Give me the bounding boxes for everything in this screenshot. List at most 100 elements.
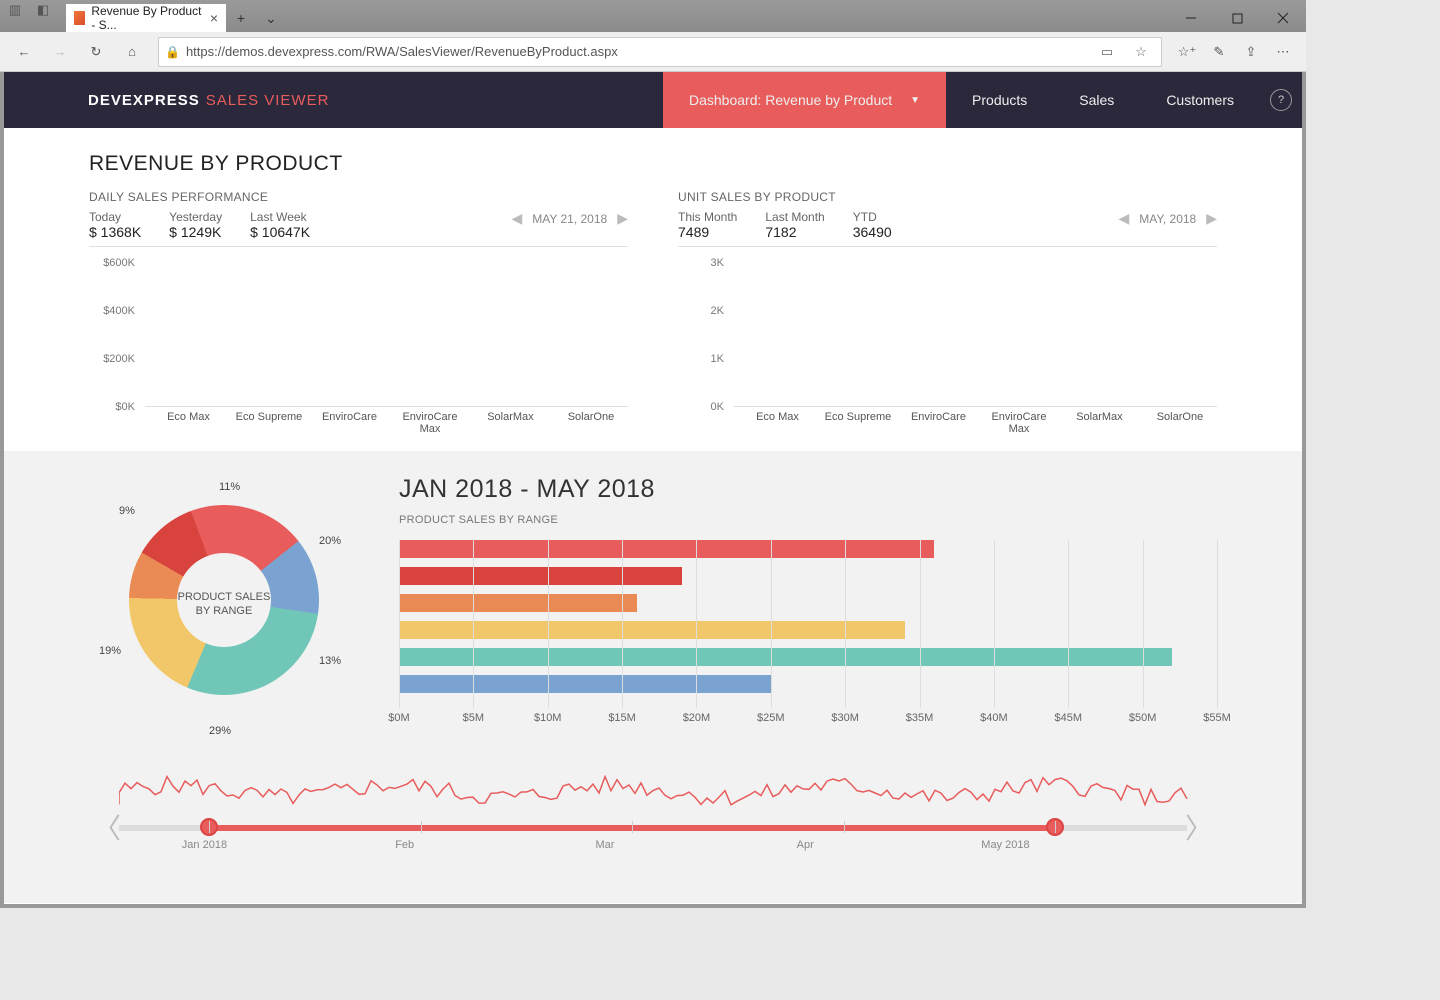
y-tick: 0K — [711, 401, 724, 413]
hx-label: $10M — [534, 712, 562, 724]
metric-lastweek-label: Last Week — [250, 210, 310, 224]
range-prev-button[interactable]: 〈 — [93, 807, 121, 847]
x-label: SolarMax — [477, 411, 545, 423]
daily-sales-panel: DAILY SALES PERFORMANCE Today$ 1368K Yes… — [89, 190, 628, 433]
back-button[interactable]: ← — [8, 36, 40, 68]
more-icon[interactable]: ⋯ — [1268, 36, 1298, 68]
hx-label: $15M — [608, 712, 636, 724]
timeline-month-label: Mar — [595, 839, 614, 851]
donut-slice-label: 19% — [99, 645, 121, 657]
browser-tab[interactable]: Revenue By Product - S... × — [66, 4, 226, 32]
daily-next-button[interactable]: ▶ — [617, 210, 628, 227]
y-tick: 2K — [711, 305, 724, 317]
metric-thismonth-value: 7489 — [678, 224, 737, 240]
metric-yesterday-value: $ 1249K — [169, 224, 222, 240]
metric-thismonth-label: This Month — [678, 210, 737, 224]
range-next-button[interactable]: 〉 — [1185, 807, 1213, 847]
nav-products[interactable]: Products — [946, 72, 1053, 128]
units-prev-button[interactable]: ◀ — [1119, 210, 1130, 227]
browser-nav-bar: ← → ↻ ⌂ 🔒 https://demos.devexpress.com/R… — [0, 32, 1306, 72]
hx-label: $55M — [1203, 712, 1231, 724]
reading-view-icon[interactable]: ▭ — [1093, 44, 1121, 60]
x-label: EnviroCare Max — [396, 411, 464, 435]
y-tick: 3K — [711, 257, 724, 269]
x-label: Eco Supreme — [824, 411, 892, 423]
range-title: JAN 2018 - MAY 2018 — [399, 475, 1217, 504]
x-label: EnviroCare — [905, 411, 973, 423]
hx-label: $40M — [980, 712, 1008, 724]
range-bar — [399, 648, 1172, 666]
hx-label: $0M — [388, 712, 409, 724]
home-button[interactable]: ⌂ — [116, 36, 148, 68]
hx-label: $20M — [683, 712, 711, 724]
maximize-button[interactable] — [1214, 4, 1260, 32]
app-header: DEVEXPRESS SALES VIEWER Dashboard: Reven… — [4, 72, 1302, 128]
address-bar[interactable]: 🔒 https://demos.devexpress.com/RWA/Sales… — [158, 37, 1162, 67]
range-bar — [399, 540, 934, 558]
brand-logo: DEVEXPRESS SALES VIEWER — [4, 72, 329, 128]
help-icon: ? — [1270, 89, 1292, 111]
x-label: SolarOne — [557, 411, 625, 423]
donut-chart: PRODUCT SALES BY RANGE 11%20%13%29%19%9% — [89, 475, 359, 745]
browser-title-bar: ▥ ◧ Revenue By Product - S... × + ⌄ — [0, 0, 1306, 32]
daily-prev-button[interactable]: ◀ — [511, 210, 522, 227]
notes-icon[interactable]: ✎ — [1204, 36, 1234, 68]
donut-center-1: PRODUCT SALES — [89, 590, 359, 604]
y-tick: $400K — [103, 305, 135, 317]
unit-sales-panel: UNIT SALES BY PRODUCT This Month7489 Las… — [678, 190, 1217, 433]
hx-label: $30M — [831, 712, 859, 724]
range-bar — [399, 567, 682, 585]
metric-lastweek-value: $ 10647K — [250, 224, 310, 240]
url-text: https://demos.devexpress.com/RWA/SalesVi… — [186, 44, 618, 59]
nav-dashboard[interactable]: Dashboard: Revenue by Product ▼ — [663, 72, 946, 128]
x-label: SolarOne — [1146, 411, 1214, 423]
units-next-button[interactable]: ▶ — [1206, 210, 1217, 227]
favorites-icon[interactable]: ☆⁺ — [1172, 36, 1202, 68]
range-bar-chart: $0M$5M$10M$15M$20M$25M$30M$35M$40M$45M$5… — [399, 540, 1217, 730]
share-icon[interactable]: ⇪ — [1236, 36, 1266, 68]
units-title: UNIT SALES BY PRODUCT — [678, 190, 1217, 204]
metric-ytd-value: 36490 — [853, 224, 892, 240]
help-button[interactable]: ? — [1260, 72, 1302, 128]
donut-slice-label: 9% — [119, 505, 135, 517]
x-label: Eco Max — [155, 411, 223, 423]
daily-bar-chart: $600K$400K$200K$0K Eco MaxEco SupremeEnv… — [89, 263, 628, 433]
donut-slice-label: 13% — [319, 655, 341, 667]
nav-customers[interactable]: Customers — [1140, 72, 1260, 128]
minimize-button[interactable] — [1168, 4, 1214, 32]
nav-sales[interactable]: Sales — [1053, 72, 1140, 128]
metric-today-label: Today — [89, 210, 141, 224]
win-dock-icon[interactable]: ◧ — [32, 0, 54, 26]
donut-slice-label: 11% — [219, 481, 240, 493]
chevron-down-icon: ▼ — [910, 95, 920, 106]
brand-text-2: SALES VIEWER — [206, 92, 330, 109]
metric-ytd-label: YTD — [853, 210, 892, 224]
range-selector: 〈 〉 Jan 2018FebMarAprMay 2018 — [89, 771, 1217, 871]
favorite-star-icon[interactable]: ☆ — [1127, 44, 1155, 60]
timeline-month-label: Jan 2018 — [182, 839, 227, 851]
metric-lastmonth-value: 7182 — [765, 224, 824, 240]
forward-button[interactable]: → — [44, 36, 76, 68]
x-label: EnviroCare Max — [985, 411, 1053, 435]
x-label: SolarMax — [1066, 411, 1134, 423]
x-label: Eco Supreme — [235, 411, 303, 423]
new-tab-button[interactable]: + — [226, 4, 256, 32]
y-tick: $600K — [103, 257, 135, 269]
x-label: Eco Max — [744, 411, 812, 423]
close-window-button[interactable] — [1260, 4, 1306, 32]
tabs-dropdown-icon[interactable]: ⌄ — [256, 4, 286, 32]
hx-label: $35M — [906, 712, 934, 724]
range-subtitle: PRODUCT SALES BY RANGE — [399, 514, 1217, 526]
y-tick: $0K — [115, 401, 135, 413]
donut-center-2: BY RANGE — [89, 604, 359, 618]
tab-close-icon[interactable]: × — [210, 10, 218, 26]
units-bar-chart: 3K2K1K0K Eco MaxEco SupremeEnviroCareEnv… — [678, 263, 1217, 433]
tab-title: Revenue By Product - S... — [91, 4, 203, 32]
refresh-button[interactable]: ↻ — [80, 36, 112, 68]
hx-label: $5M — [463, 712, 484, 724]
range-bar — [399, 675, 771, 693]
metric-today-value: $ 1368K — [89, 224, 141, 240]
nav-dashboard-label: Dashboard: Revenue by Product — [689, 92, 892, 108]
x-label: EnviroCare — [316, 411, 384, 423]
win-group-icon[interactable]: ▥ — [4, 0, 26, 26]
